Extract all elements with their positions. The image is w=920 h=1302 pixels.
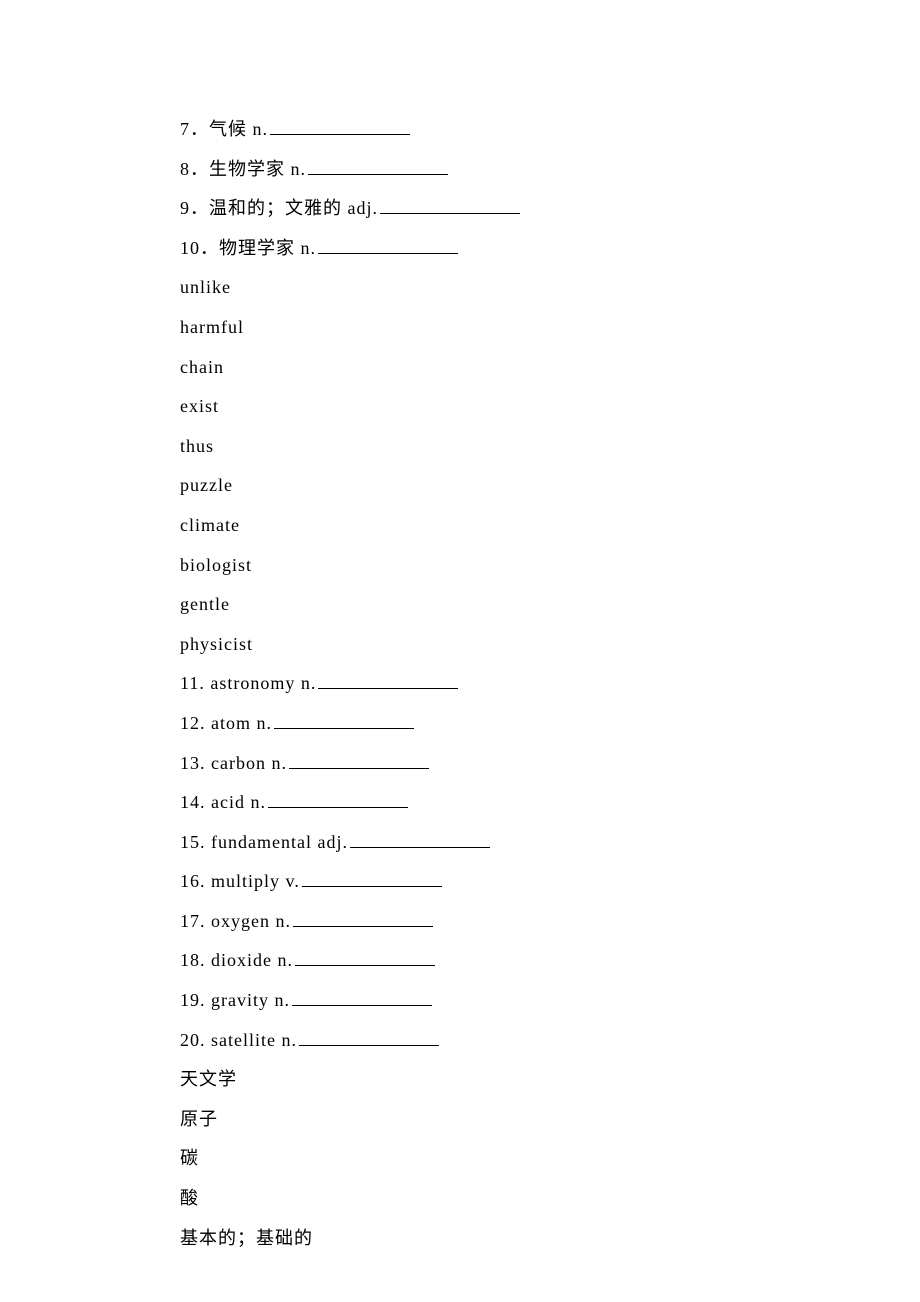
exercise-line: 8．生物学家 n. [180,150,740,190]
plain-text: 碳 [180,1148,199,1168]
prompt-text: oxygen n. [211,911,291,931]
line-number: 10． [180,238,219,258]
line-number: 15. [180,832,211,852]
prompt-text: fundamental adj. [211,832,348,852]
exercise-line: 11. astronomy n. [180,664,740,704]
exercise-line: 12. atom n. [180,704,740,744]
prompt-text: 温和的；文雅的 adj. [209,198,378,218]
answer-blank [274,710,414,729]
exercise-line: 18. dioxide n. [180,941,740,981]
line-number: 13. [180,753,211,773]
plain-text: climate [180,515,240,535]
prompt-text: astronomy n. [210,673,316,693]
answer-line: puzzle [180,466,740,506]
plain-text: harmful [180,317,244,337]
prompt-text: multiply v. [211,871,300,891]
answer-line: 基本的；基础的 [180,1219,740,1259]
prompt-text: 生物学家 n. [209,159,306,179]
line-number: 19. [180,990,211,1010]
answer-line: 碳 [180,1139,740,1179]
plain-text: 天文学 [180,1069,237,1089]
prompt-text: 物理学家 n. [219,238,316,258]
plain-text: exist [180,396,219,416]
answer-line: climate [180,506,740,546]
answer-line: 酸 [180,1179,740,1219]
exercise-line: 10．物理学家 n. [180,229,740,269]
plain-text: chain [180,357,224,377]
line-number: 16. [180,871,211,891]
plain-text: biologist [180,555,252,575]
answer-line: 天文学 [180,1060,740,1100]
plain-text: 基本的；基础的 [180,1228,313,1248]
answer-line: exist [180,387,740,427]
exercise-line: 19. gravity n. [180,981,740,1021]
plain-text: unlike [180,277,231,297]
prompt-text: atom n. [211,713,272,733]
line-number: 9． [180,198,209,218]
exercise-line: 14. acid n. [180,783,740,823]
plain-text: physicist [180,634,253,654]
prompt-text: dioxide n. [211,950,293,970]
line-number: 17. [180,911,211,931]
answer-line: biologist [180,546,740,586]
exercise-line: 17. oxygen n. [180,902,740,942]
answer-line: chain [180,348,740,388]
answer-line: harmful [180,308,740,348]
exercise-line: 7．气候 n. [180,110,740,150]
answer-blank [318,670,458,689]
line-number: 8． [180,159,209,179]
answer-blank [270,116,410,135]
answer-blank [302,868,442,887]
prompt-text: carbon n. [211,753,287,773]
exercise-line: 20. satellite n. [180,1021,740,1061]
answer-blank [299,1027,439,1046]
exercise-line: 15. fundamental adj. [180,823,740,863]
answer-blank [268,789,408,808]
line-number: 7． [180,119,209,139]
answer-blank [289,750,429,769]
line-number: 14. [180,792,211,812]
answer-line: physicist [180,625,740,665]
answer-line: thus [180,427,740,467]
prompt-text: acid n. [211,792,266,812]
answer-blank [350,829,490,848]
plain-text: 原子 [180,1109,218,1129]
prompt-text: satellite n. [211,1030,297,1050]
answer-blank [380,195,520,214]
exercise-line: 16. multiply v. [180,862,740,902]
answer-blank [293,908,433,927]
answer-line: gentle [180,585,740,625]
line-number: 20. [180,1030,211,1050]
answer-blank [295,947,435,966]
exercise-line: 9．温和的；文雅的 adj. [180,189,740,229]
document-page: 7．气候 n.8．生物学家 n.9．温和的；文雅的 adj.10．物理学家 n.… [0,0,920,1302]
answer-line: 原子 [180,1100,740,1140]
prompt-text: gravity n. [211,990,290,1010]
line-number: 11. [180,673,210,693]
answer-blank [308,156,448,175]
plain-text: 酸 [180,1188,199,1208]
line-number: 12. [180,713,211,733]
answer-blank [292,987,432,1006]
plain-text: thus [180,436,214,456]
plain-text: puzzle [180,475,233,495]
plain-text: gentle [180,594,230,614]
exercise-line: 13. carbon n. [180,744,740,784]
line-number: 18. [180,950,211,970]
answer-blank [318,235,458,254]
answer-line: unlike [180,268,740,308]
prompt-text: 气候 n. [209,119,268,139]
